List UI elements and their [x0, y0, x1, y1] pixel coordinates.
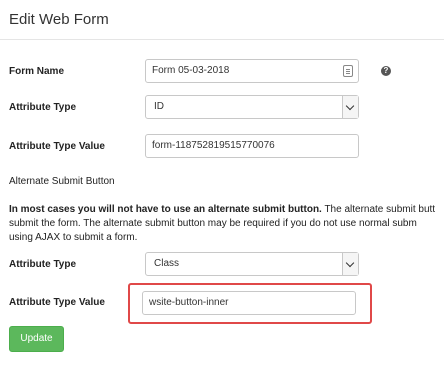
- alt-attribute-type-value-text: wsite-button-inner: [149, 297, 229, 308]
- attribute-type-label: Attribute Type: [9, 102, 77, 113]
- alt-attribute-type-select[interactable]: Class: [145, 252, 359, 276]
- help-question-icon[interactable]: ?: [381, 66, 391, 76]
- attribute-type-selected: ID: [154, 101, 164, 112]
- chevron-down-icon: [342, 253, 358, 275]
- attribute-type-select[interactable]: ID: [145, 95, 359, 119]
- alternate-submit-heading: Alternate Submit Button: [9, 176, 115, 187]
- update-button[interactable]: Update: [9, 326, 64, 352]
- attribute-type-value-label: Attribute Type Value: [9, 141, 105, 152]
- alternate-submit-line2: submit the form. The alternate submit bu…: [9, 218, 417, 229]
- form-name-value: Form 05-03-2018: [152, 65, 230, 76]
- chevron-down-icon: [342, 96, 358, 118]
- alternate-submit-line3: using AJAX to submit a form.: [9, 232, 138, 243]
- alt-attribute-type-selected: Class: [154, 258, 180, 269]
- alternate-submit-lead: In most cases you will not have to use a…: [9, 204, 322, 215]
- attribute-type-value-text: form-118752819515770076: [152, 140, 275, 151]
- alt-attribute-type-value-input[interactable]: wsite-button-inner: [142, 291, 356, 315]
- contact-card-icon: [343, 65, 353, 77]
- attribute-type-value-input[interactable]: form-118752819515770076: [145, 134, 359, 158]
- form-name-input[interactable]: Form 05-03-2018: [145, 59, 359, 83]
- alternate-submit-description: In most cases you will not have to use a…: [9, 203, 444, 245]
- form-name-label: Form Name: [9, 66, 65, 77]
- alt-attribute-type-label: Attribute Type: [9, 259, 77, 270]
- alt-attribute-type-value-label: Attribute Type Value: [9, 297, 105, 308]
- page-title: Edit Web Form: [9, 11, 109, 28]
- alternate-submit-lead-rest: The alternate submit butt: [321, 204, 436, 215]
- header: Edit Web Form: [0, 0, 444, 40]
